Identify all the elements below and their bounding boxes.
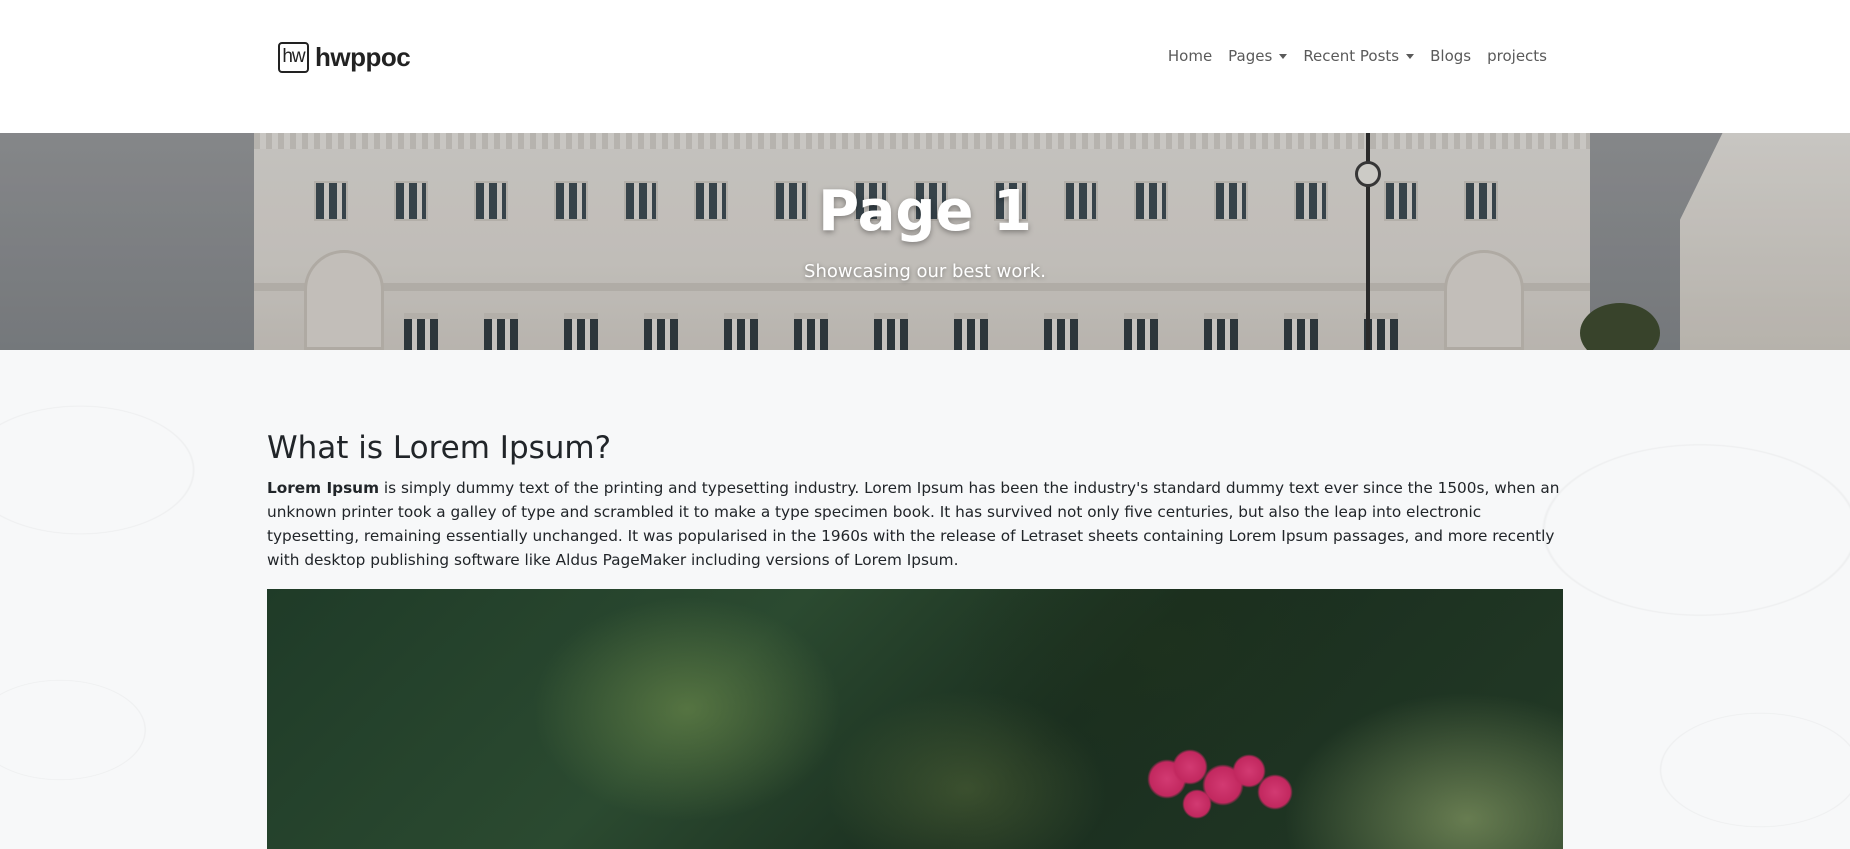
- article-image: [267, 589, 1563, 849]
- nav-item-pages[interactable]: Pages: [1220, 47, 1295, 65]
- brand-name: hwppoc: [315, 41, 411, 72]
- brand-logo-mark: hw: [278, 41, 309, 73]
- brand-logo[interactable]: hw hwppoc: [278, 40, 411, 74]
- hero-banner: Page 1 Showcasing our best work.: [0, 133, 1850, 350]
- article-body: is simply dummy text of the printing and…: [267, 479, 1560, 569]
- navbar: hw hwppoc Home Pages Recent Posts Blogs …: [0, 0, 1850, 133]
- nav-item-label: Recent Posts: [1303, 47, 1400, 65]
- nav-item-recent-posts[interactable]: Recent Posts: [1295, 47, 1422, 65]
- nav-item-label: Blogs: [1430, 47, 1472, 65]
- article-paragraph: Lorem Ipsum is simply dummy text of the …: [267, 476, 1565, 572]
- caret-down-icon: [1279, 53, 1288, 59]
- nav-item-label: Home: [1167, 47, 1213, 65]
- main-content: What is Lorem Ipsum? Lorem Ipsum is simp…: [0, 350, 1850, 849]
- nav-item-label: Pages: [1228, 47, 1273, 65]
- nav-item-projects[interactable]: projects: [1479, 47, 1555, 65]
- page-title: Page 1: [818, 179, 1032, 244]
- nav-item-home[interactable]: Home: [1160, 47, 1220, 65]
- main-nav: Home Pages Recent Posts Blogs projects: [1160, 47, 1555, 65]
- page-subtitle: Showcasing our best work.: [804, 261, 1046, 282]
- article-bold-lead: Lorem Ipsum: [267, 479, 380, 497]
- nav-item-blogs[interactable]: Blogs: [1422, 47, 1479, 65]
- nav-item-label: projects: [1487, 47, 1547, 65]
- caret-down-icon: [1406, 53, 1415, 59]
- section-heading: What is Lorem Ipsum?: [267, 430, 612, 466]
